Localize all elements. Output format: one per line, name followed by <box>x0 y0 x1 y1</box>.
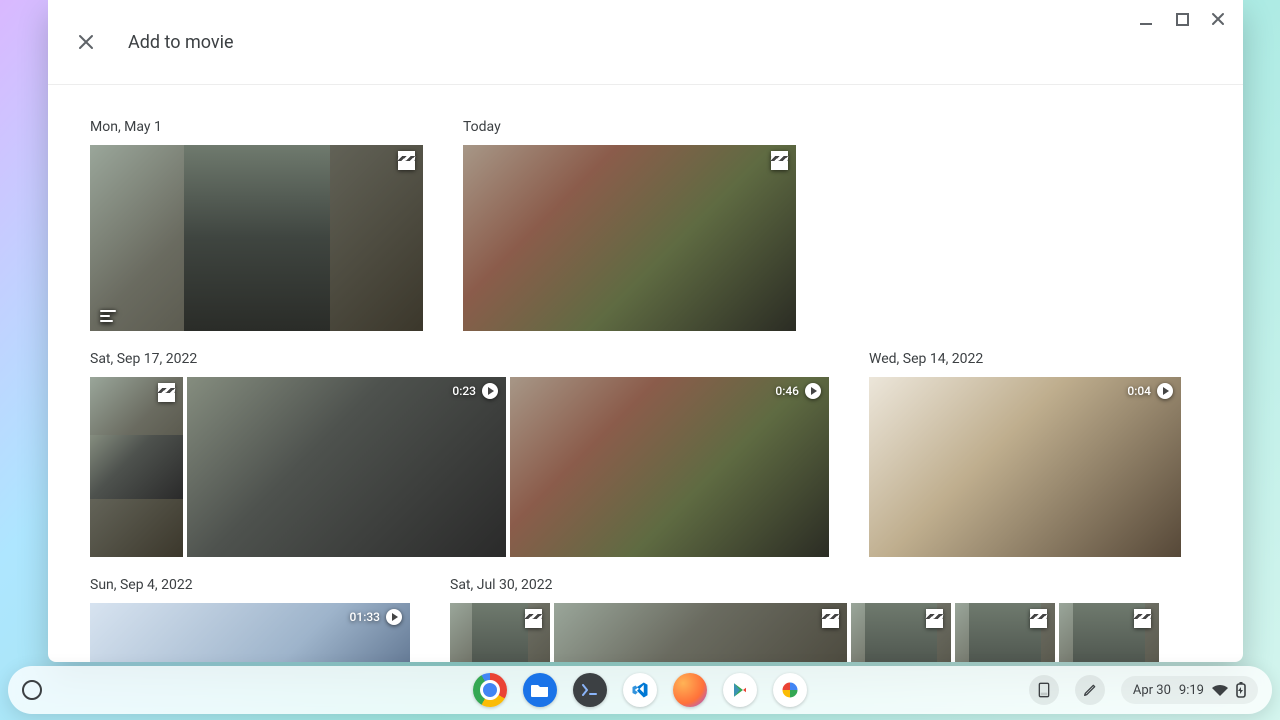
movie-badge <box>822 609 839 623</box>
clapperboard-icon <box>398 151 415 165</box>
files-icon[interactable] <box>523 673 557 707</box>
media-thumbnail[interactable]: 0:23 <box>187 377 506 557</box>
video-duration-badge: 0:46 <box>775 383 821 399</box>
date-section: Today <box>463 119 796 331</box>
media-thumbnail[interactable] <box>851 603 951 662</box>
wifi-icon <box>1212 684 1228 696</box>
shelf: Apr 30 9:19 <box>8 666 1272 714</box>
clapperboard-icon <box>926 609 943 623</box>
caption-badge <box>100 310 116 322</box>
system-tray: Apr 30 9:19 <box>1029 675 1272 705</box>
media-thumbnail[interactable] <box>90 377 183 557</box>
section-label[interactable]: Sat, Sep 17, 2022 <box>90 351 829 367</box>
clapperboard-icon <box>525 609 542 623</box>
movie-badge <box>1030 609 1047 623</box>
date-section: Wed, Sep 14, 2022 0:04 <box>869 351 1181 557</box>
media-thumbnail[interactable] <box>450 603 550 662</box>
play-icon <box>805 383 821 399</box>
media-thumbnail[interactable] <box>90 145 423 331</box>
app-window: Add to movie Mon, May 1 Today <box>48 0 1243 662</box>
media-thumbnail[interactable] <box>554 603 847 662</box>
phone-hub-icon[interactable] <box>1029 675 1059 705</box>
status-area[interactable]: Apr 30 9:19 <box>1121 676 1258 704</box>
header: Add to movie <box>48 0 1243 85</box>
clapperboard-icon <box>158 383 175 397</box>
media-thumbnail[interactable]: 01:33 <box>90 603 410 662</box>
movie-badge <box>926 609 943 623</box>
movie-badge <box>771 151 788 165</box>
duration-label: 01:33 <box>350 610 380 624</box>
photos-icon[interactable] <box>773 673 807 707</box>
window-maximize-button[interactable] <box>1173 10 1191 28</box>
clapperboard-icon <box>1134 609 1151 623</box>
movie-badge <box>1134 609 1151 623</box>
movie-badge <box>398 151 415 165</box>
shelf-time: 9:19 <box>1179 683 1204 698</box>
window-controls <box>1137 10 1227 28</box>
media-thumbnail[interactable]: 0:46 <box>510 377 829 557</box>
date-section: Sat, Sep 17, 2022 0:23 <box>90 351 829 557</box>
launcher-button[interactable] <box>22 680 42 700</box>
play-icon <box>482 383 498 399</box>
firefox-icon[interactable] <box>673 673 707 707</box>
duration-label: 0:23 <box>452 384 476 398</box>
media-thumbnail[interactable] <box>1059 603 1159 662</box>
chrome-icon[interactable] <box>473 673 507 707</box>
vscode-icon[interactable] <box>623 673 657 707</box>
notes-icon <box>100 310 116 322</box>
media-thumbnail[interactable] <box>955 603 1055 662</box>
date-section: Mon, May 1 <box>90 119 423 331</box>
section-label[interactable]: Today <box>463 119 796 135</box>
section-label[interactable]: Sat, Jul 30, 2022 <box>450 577 1201 593</box>
duration-label: 0:04 <box>1127 384 1151 398</box>
duration-label: 0:46 <box>775 384 799 398</box>
photo-picker-content[interactable]: Mon, May 1 Today <box>48 85 1243 662</box>
movie-badge <box>158 383 175 397</box>
play-icon <box>386 609 402 625</box>
media-thumbnail[interactable]: 0:04 <box>869 377 1181 557</box>
play-store-icon[interactable] <box>723 673 757 707</box>
media-thumbnail[interactable] <box>463 145 796 331</box>
page-title: Add to movie <box>128 32 234 53</box>
section-label[interactable]: Sun, Sep 4, 2022 <box>90 577 410 593</box>
pen-icon[interactable] <box>1075 675 1105 705</box>
clapperboard-icon <box>771 151 788 165</box>
date-section: Sat, Jul 30, 2022 <box>450 577 1201 662</box>
play-icon <box>1157 383 1173 399</box>
shelf-apps <box>473 673 807 707</box>
section-label[interactable]: Wed, Sep 14, 2022 <box>869 351 1181 367</box>
shelf-date: Apr 30 <box>1133 683 1171 698</box>
battery-icon <box>1236 682 1246 698</box>
clapperboard-icon <box>1030 609 1047 623</box>
video-duration-badge: 01:33 <box>350 609 402 625</box>
window-close-button[interactable] <box>1209 10 1227 28</box>
window-minimize-button[interactable] <box>1137 10 1155 28</box>
date-section: Sun, Sep 4, 2022 01:33 <box>90 577 410 662</box>
video-duration-badge: 0:04 <box>1127 383 1173 399</box>
terminal-icon[interactable] <box>573 673 607 707</box>
section-label[interactable]: Mon, May 1 <box>90 119 423 135</box>
video-duration-badge: 0:23 <box>452 383 498 399</box>
clapperboard-icon <box>822 609 839 623</box>
close-icon[interactable] <box>72 28 100 56</box>
movie-badge <box>525 609 542 623</box>
